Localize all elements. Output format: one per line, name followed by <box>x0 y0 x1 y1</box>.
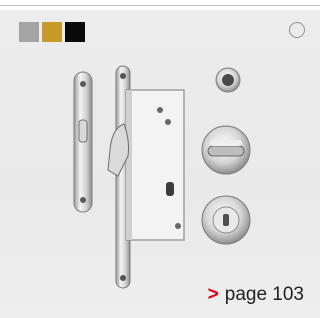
page-reference-link[interactable]: > page 103 <box>208 284 304 306</box>
page-reference-label: page 103 <box>224 284 304 305</box>
pocket-door-lock-set-icon <box>73 65 251 289</box>
arrow-icon: > <box>207 284 219 305</box>
